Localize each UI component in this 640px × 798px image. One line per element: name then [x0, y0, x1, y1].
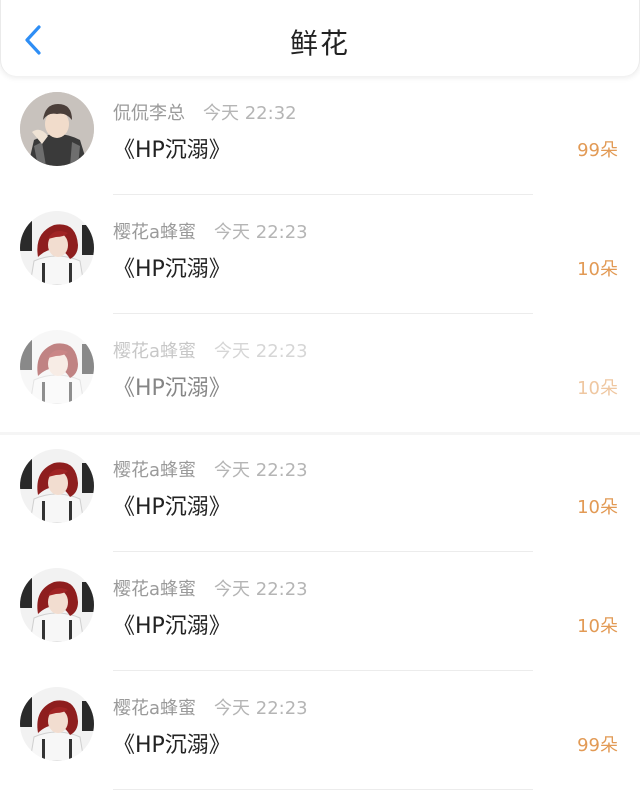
book-title[interactable]: 《HP沉溺》 [113, 489, 231, 521]
sender-name[interactable]: 樱花a蜂蜜 [113, 222, 196, 243]
book-title[interactable]: 《HP沉溺》 [113, 132, 231, 164]
flower-count: 10朵 [577, 497, 618, 518]
sender-name[interactable]: 樱花a蜂蜜 [113, 341, 196, 362]
list-item[interactable]: 侃侃李总 今天 22:32 《HP沉溺》 99朵 [0, 76, 640, 195]
list-item[interactable]: 樱花a蜂蜜 今天 22:23 《HP沉溺》 10朵 [0, 314, 640, 435]
timestamp: 今天 22:23 [214, 698, 308, 719]
avatar[interactable] [20, 92, 94, 166]
book-title[interactable]: 《HP沉溺》 [113, 251, 231, 283]
sender-info: 樱花a蜂蜜 今天 22:23 [113, 694, 308, 720]
avatar[interactable] [20, 687, 94, 761]
top-bar: 鲜花 [0, 0, 640, 76]
sender-info: 樱花a蜂蜜 今天 22:23 [113, 218, 308, 244]
sender-name[interactable]: 樱花a蜂蜜 [113, 698, 196, 719]
flower-gift-list: 侃侃李总 今天 22:32 《HP沉溺》 99朵 樱花a蜂蜜 今天 22:23 《H… [0, 76, 640, 790]
list-item[interactable]: 樱花a蜂蜜 今天 22:23 《HP沉溺》 99朵 [0, 671, 640, 790]
timestamp: 今天 22:23 [214, 222, 308, 243]
list-item[interactable]: 樱花a蜂蜜 今天 22:23 《HP沉溺》 10朵 [0, 195, 640, 314]
timestamp: 今天 22:32 [203, 103, 297, 124]
sender-name[interactable]: 樱花a蜂蜜 [113, 460, 196, 481]
sender-info: 侃侃李总 今天 22:32 [113, 99, 297, 125]
book-title[interactable]: 《HP沉溺》 [113, 608, 231, 640]
flower-count: 10朵 [577, 259, 618, 280]
timestamp: 今天 22:23 [214, 579, 308, 600]
list-item[interactable]: 樱花a蜂蜜 今天 22:23 《HP沉溺》 10朵 [0, 552, 640, 671]
list-item[interactable]: 樱花a蜂蜜 今天 22:23 《HP沉溺》 10朵 [0, 433, 640, 552]
book-title[interactable]: 《HP沉溺》 [113, 370, 231, 402]
timestamp: 今天 22:23 [214, 341, 308, 362]
divider [113, 789, 533, 790]
sender-name[interactable]: 樱花a蜂蜜 [113, 579, 196, 600]
sender-info: 樱花a蜂蜜 今天 22:23 [113, 456, 308, 482]
page-title: 鲜花 [289, 27, 350, 60]
sender-info: 樱花a蜂蜜 今天 22:23 [113, 337, 308, 363]
avatar[interactable] [20, 211, 94, 285]
avatar[interactable] [20, 330, 94, 404]
timestamp: 今天 22:23 [214, 460, 308, 481]
avatar[interactable] [20, 449, 94, 523]
flower-count: 99朵 [577, 140, 618, 161]
flower-count: 10朵 [577, 378, 618, 399]
sender-name[interactable]: 侃侃李总 [113, 103, 185, 124]
book-title[interactable]: 《HP沉溺》 [113, 727, 231, 759]
flower-count: 99朵 [577, 735, 618, 756]
sender-info: 樱花a蜂蜜 今天 22:23 [113, 575, 308, 601]
flower-count: 10朵 [577, 616, 618, 637]
avatar[interactable] [20, 568, 94, 642]
